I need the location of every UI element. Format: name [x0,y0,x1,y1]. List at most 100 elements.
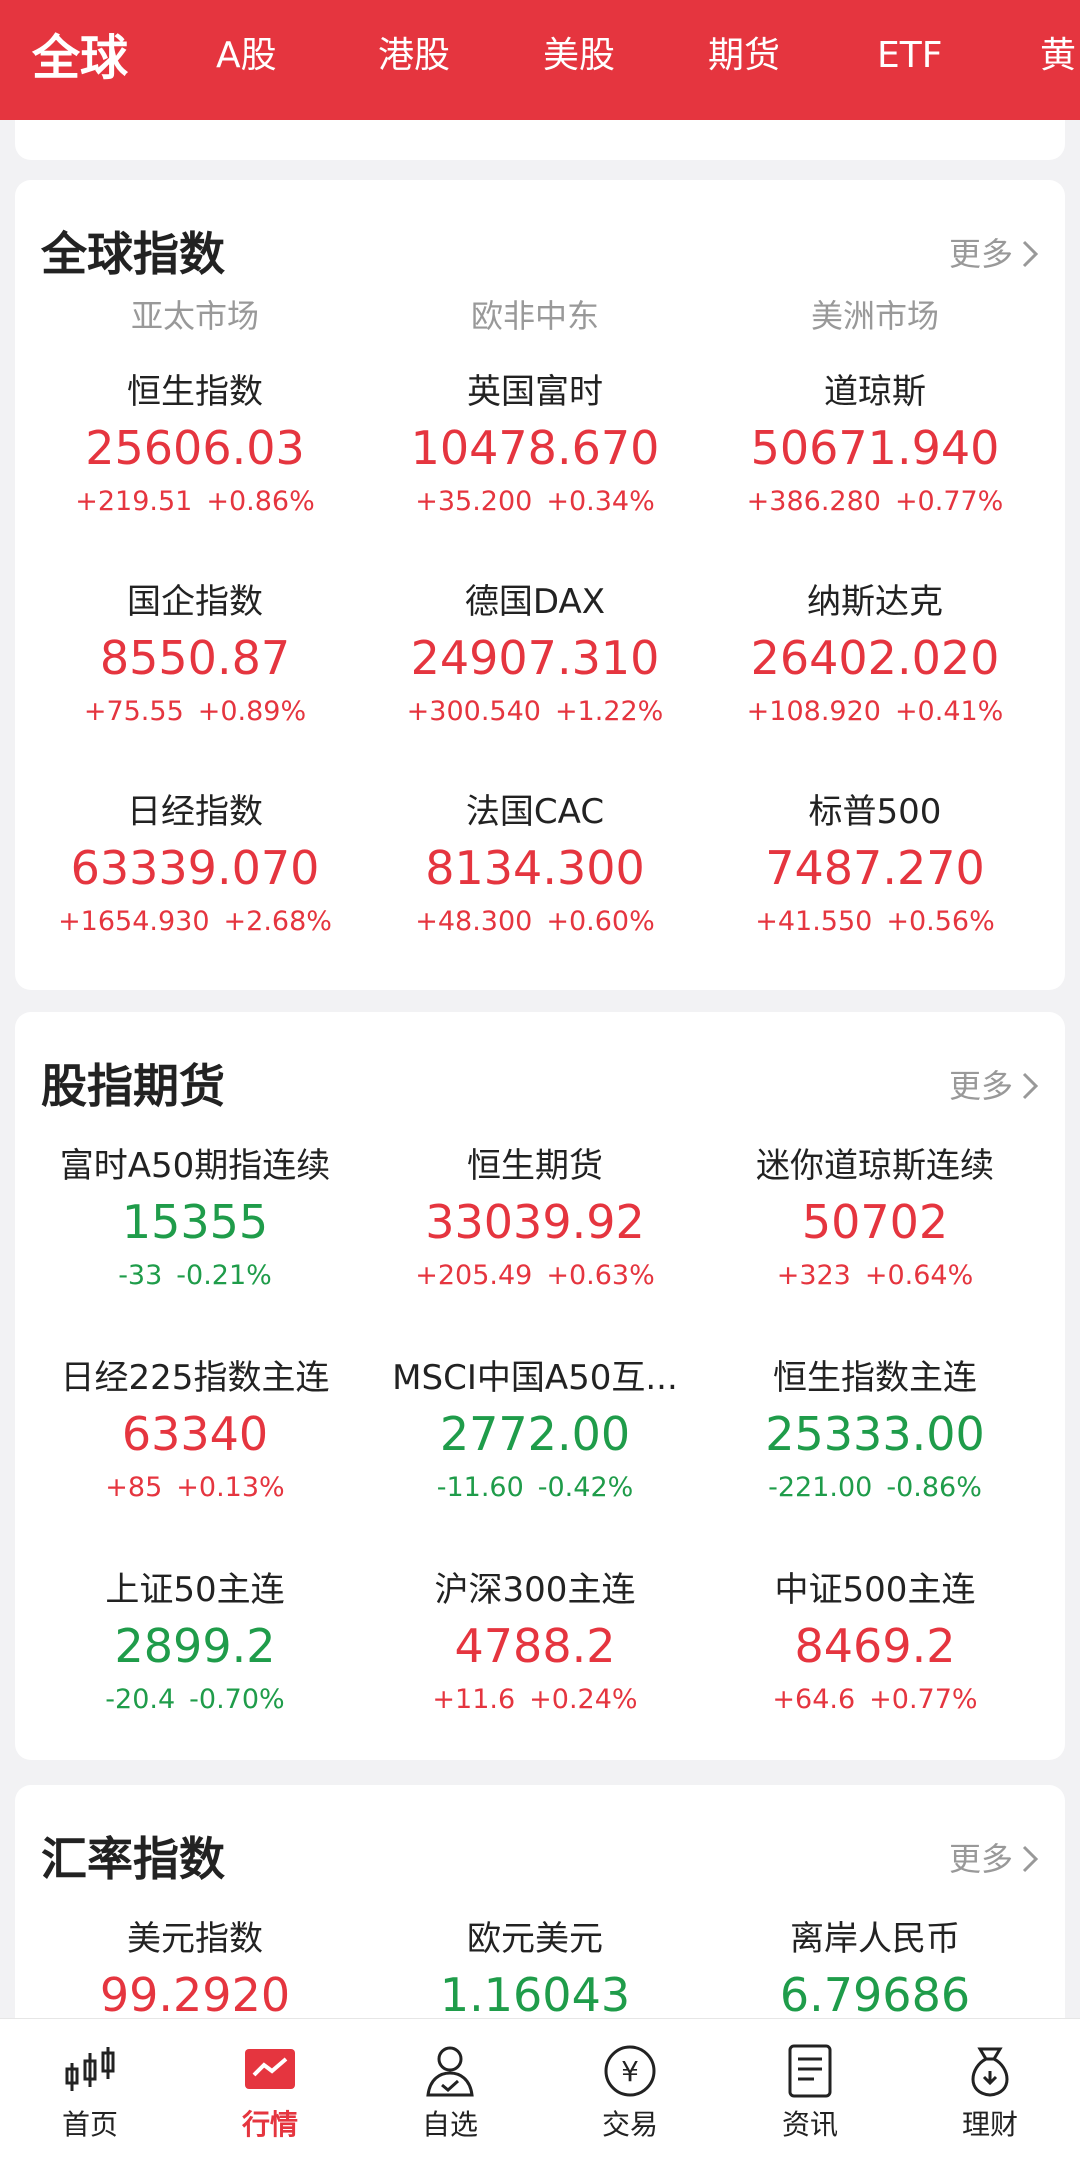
quote-change: +48.300 [415,906,533,937]
chevron-right-icon [1022,1072,1039,1100]
quote-change-row: +75.55 +0.89% [25,694,365,730]
quote-price: 63339.070 [70,841,320,895]
quote-price: 10478.670 [410,421,660,475]
index-futures-quote-cell[interactable]: 富时A50期指连续 15355 -33 -0.21% [25,1144,365,1344]
bottom-tab-market[interactable]: 行情 [180,2033,360,2145]
global-index-quote-cell[interactable]: 标普500 7487.270 +41.550 +0.56% [705,790,1045,990]
quote-change: -33 [118,1260,163,1291]
quote-change: +11.6 [432,1684,516,1715]
quote-price: 15355 [121,1195,269,1249]
quote-price: 4788.2 [454,1619,616,1673]
index-futures-more-link[interactable]: 更多 [949,1064,1039,1108]
global-index-more-link[interactable]: 更多 [949,232,1039,276]
quote-change-row: +219.51 +0.86% [25,484,365,520]
bottom-tab-news[interactable]: 资讯 [720,2033,900,2145]
tab-etf[interactable]: ETF [877,34,942,78]
quote-name: 日经指数 [127,792,263,832]
quote-price: 99.2920 [99,1968,291,2022]
quote-change: +300.540 [406,696,541,727]
index-futures-quote-cell[interactable]: 迷你道琼斯连续 50702 +323 +0.64% [705,1144,1045,1344]
quote-price: 33039.92 [425,1195,645,1249]
quote-name: 离岸人民币 [790,1919,960,1959]
global-index-quote-cell[interactable]: 国企指数 8550.87 +75.55 +0.89% [25,580,365,780]
quote-change: +35.200 [415,486,533,517]
index-futures-quote-cell[interactable]: 中证500主连 8469.2 +64.6 +0.77% [705,1568,1045,1760]
quote-change-percent: +0.89% [197,696,307,727]
quote-price: 7487.270 [765,841,985,895]
global-index-quote-cell[interactable]: 纳斯达克 26402.020 +108.920 +0.41% [705,580,1045,780]
tab-hk-stocks[interactable]: 港股 [378,34,450,78]
index-futures-quote-cell[interactable]: 日经225指数主连 63340 +85 +0.13% [25,1356,365,1556]
bottom-tab-home[interactable]: 首页 [0,2033,180,2145]
quote-price: 8550.87 [99,631,291,685]
quote-change: +1654.930 [58,906,210,937]
market-chart-icon [245,2049,295,2089]
candlestick-icon [65,2047,115,2091]
quote-change-percent: +0.77% [894,486,1004,517]
quote-name: 富时A50期指连续 [59,1146,331,1186]
quote-name: 沪深300主连 [434,1570,636,1610]
global-index-quote-cell[interactable]: 日经指数 63339.070 +1654.930 +2.68% [25,790,365,990]
bottom-tab-trade[interactable]: ¥ 交易 [540,2033,720,2145]
quote-change-percent: +0.60% [546,906,655,937]
global-index-quote-cell[interactable]: 道琼斯 50671.940 +386.280 +0.77% [705,370,1045,570]
fx-index-card: 汇率指数 更多 美元指数 99.2920 欧元美元 1.16043 离岸人民币 6.796… [15,1785,1065,2045]
quote-change-row: +41.550 +0.56% [705,904,1045,940]
global-index-quote-cell[interactable]: 英国富时 10478.670 +35.200 +0.34% [365,370,705,570]
tab-futures[interactable]: 期货 [708,34,780,78]
region-americas: 美洲市场 [810,297,939,335]
quote-name: 标普500 [808,792,942,832]
bottom-tab-label: 行情 [241,2108,298,2141]
bottom-tab-watchlist[interactable]: 自选 [360,2033,540,2145]
bottom-tab-wealth[interactable]: 理财 [900,2033,1080,2145]
quote-name: 纳斯达克 [807,582,943,622]
index-futures-quote-cell[interactable]: 上证50主连 2899.2 -20.4 -0.70% [25,1568,365,1760]
tab-a-shares[interactable]: A股 [216,34,277,78]
user-check-icon [426,2046,474,2097]
quote-change-row: +64.6 +0.77% [705,1682,1045,1718]
global-index-quote-cell[interactable]: 恒生指数 25606.03 +219.51 +0.86% [25,370,365,570]
quote-name: 美元指数 [127,1919,263,1959]
quote-name: 英国富时 [467,372,603,412]
quote-change-row: -11.60 -0.42% [365,1470,705,1506]
index-futures-quote-cell[interactable]: 沪深300主连 4788.2 +11.6 +0.24% [365,1568,705,1760]
quote-price: 26402.020 [750,631,1000,685]
index-futures-quote-cell[interactable]: MSCI中国A50互... 2772.00 -11.60 -0.42% [365,1356,705,1556]
tab-us-stocks[interactable]: 美股 [543,34,615,78]
more-label: 更多 [948,235,1013,273]
quote-change-percent: +0.41% [894,696,1004,727]
news-document-icon [788,2044,832,2098]
bottom-tab-label: 资讯 [781,2108,838,2141]
fx-index-title: 汇率指数 [41,1832,225,1886]
more-label: 更多 [948,1840,1013,1878]
index-futures-title: 股指期货 [41,1059,225,1113]
quote-change-row: +1654.930 +2.68% [25,904,365,940]
quote-name: 法国CAC [465,792,605,832]
quote-name: 恒生指数 [127,372,263,412]
fx-index-more-link[interactable]: 更多 [949,1837,1039,1881]
previous-card-remnant [15,120,1065,160]
quote-name: 上证50主连 [105,1570,285,1610]
quote-change-row: +323 +0.64% [705,1258,1045,1294]
quote-change-percent: +0.13% [176,1472,285,1503]
quote-name: MSCI中国A50互... [392,1358,678,1398]
quote-change-row: +386.280 +0.77% [705,484,1045,520]
global-index-card: 全球指数 更多 亚太市场 欧非中东 美洲市场 恒生指数 25606.03 +219.… [15,180,1065,990]
tab-gold[interactable]: 黄 [1040,34,1076,78]
quote-name: 道琼斯 [824,372,926,412]
quote-change-row: -20.4 -0.70% [25,1682,365,1718]
quote-price: 24907.310 [410,631,660,685]
quote-price: 50702 [801,1195,949,1249]
global-index-quote-cell[interactable]: 德国DAX 24907.310 +300.540 +1.22% [365,580,705,780]
quote-change-row: +205.49 +0.63% [365,1258,705,1294]
chevron-right-icon [1022,240,1039,268]
bottom-tab-label: 自选 [421,2108,478,2141]
tab-global[interactable]: 全球 [32,30,128,86]
index-futures-quote-cell[interactable]: 恒生期货 33039.92 +205.49 +0.63% [365,1144,705,1344]
index-futures-quote-cell[interactable]: 恒生指数主连 25333.00 -221.00 -0.86% [705,1356,1045,1556]
quote-price: 8134.300 [425,841,645,895]
global-index-quote-cell[interactable]: 法国CAC 8134.300 +48.300 +0.60% [365,790,705,990]
quote-change-row: +35.200 +0.34% [365,484,705,520]
quote-price: 6.79686 [779,1968,971,2022]
quote-change-percent: +0.86% [206,486,315,517]
